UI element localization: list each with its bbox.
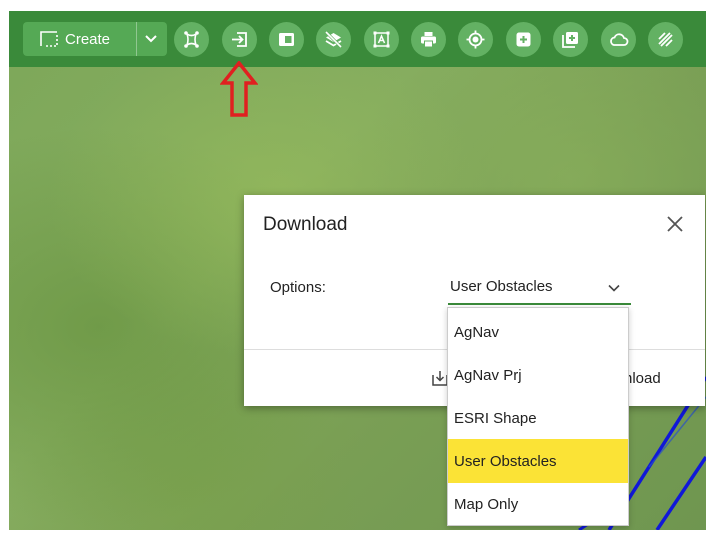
close-icon[interactable]	[665, 214, 685, 234]
option-esri-shape[interactable]: ESRI Shape	[448, 396, 628, 440]
top-toolbar: Create	[9, 11, 706, 67]
hatch-icon	[658, 32, 673, 47]
gps-locate-icon	[466, 30, 485, 49]
app-window: Create Download Options: User Obstacles …	[9, 11, 706, 530]
dialog-title: Download	[263, 214, 348, 235]
annotation-arrow-icon	[220, 61, 258, 117]
selection-area-icon	[40, 31, 58, 47]
create-button[interactable]: Create	[23, 22, 167, 56]
text-box-icon	[373, 31, 390, 48]
panel-button[interactable]	[269, 22, 304, 57]
option-agnav[interactable]: AgNav	[448, 310, 628, 354]
cloud-icon	[610, 33, 629, 46]
print-button[interactable]	[411, 22, 446, 57]
options-dropdown-list: AgNav AgNav Prj ESRI Shape User Obstacle…	[447, 307, 629, 526]
option-user-obstacles[interactable]: User Obstacles	[448, 439, 628, 483]
import-icon	[232, 32, 247, 47]
layers-off-icon	[324, 30, 343, 49]
add-square-icon	[516, 32, 531, 47]
select-value: User Obstacles	[450, 278, 553, 295]
polygon-select-button[interactable]	[174, 22, 209, 57]
print-icon	[421, 32, 436, 48]
option-map-only[interactable]: Map Only	[448, 482, 628, 526]
add-copy-button[interactable]	[553, 22, 588, 57]
options-label: Options:	[270, 279, 326, 296]
text-box-button[interactable]	[364, 22, 399, 57]
create-divider	[136, 22, 137, 56]
options-select[interactable]: User Obstacles	[448, 277, 631, 305]
create-label: Create	[65, 30, 111, 48]
download-button[interactable]: nload	[624, 370, 661, 387]
panel-icon	[279, 33, 294, 46]
import-button[interactable]	[222, 22, 257, 57]
hatch-button[interactable]	[648, 22, 683, 57]
polygon-select-icon	[184, 31, 199, 48]
option-agnav-prj[interactable]: AgNav Prj	[448, 353, 628, 397]
chevron-down-icon[interactable]	[143, 31, 159, 47]
chevron-down-icon	[608, 284, 620, 292]
gps-locate-button[interactable]	[458, 22, 493, 57]
add-copy-icon	[562, 32, 578, 48]
add-square-button[interactable]	[506, 22, 541, 57]
cloud-button[interactable]	[601, 22, 636, 57]
layers-off-button[interactable]	[316, 22, 351, 57]
